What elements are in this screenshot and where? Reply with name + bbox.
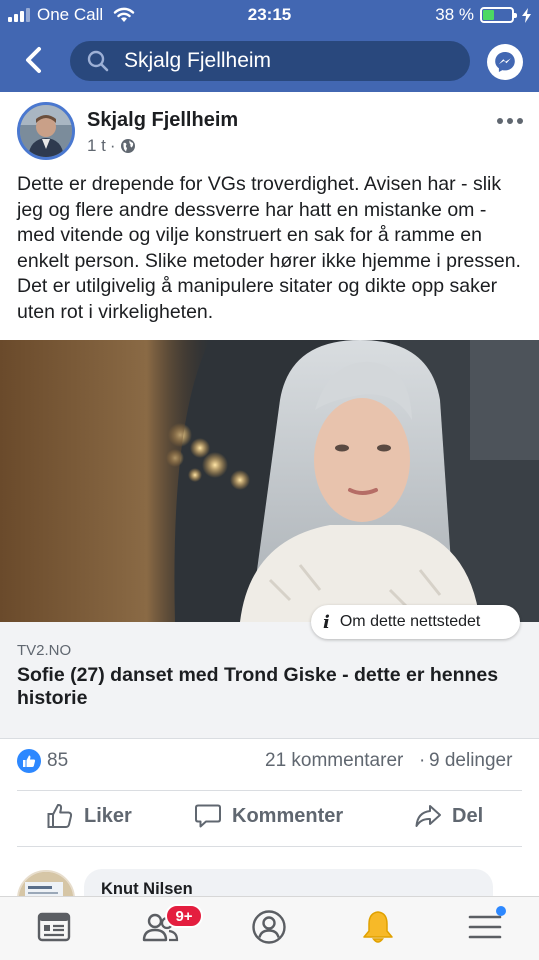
divider [17, 790, 522, 791]
like-button[interactable]: Liker [46, 802, 132, 830]
avatar-image [20, 105, 72, 157]
app-header: One Call 23:15 38 % [0, 0, 539, 92]
tab-profile[interactable] [249, 907, 289, 947]
link-preview-image[interactable] [0, 340, 539, 622]
status-bar: One Call 23:15 38 % [0, 0, 539, 30]
more-options-button[interactable] [497, 118, 523, 128]
comments-count[interactable]: 21 kommentarer [265, 750, 403, 772]
comment-icon [195, 804, 221, 828]
post-time[interactable]: 1 t [87, 136, 106, 156]
messenger-button[interactable] [487, 44, 523, 80]
back-chevron-icon [26, 47, 41, 73]
bottom-tab-bar [0, 896, 539, 960]
tab-notifications[interactable] [358, 907, 398, 947]
link-title: Sofie (27) danset med Trond Giske - dett… [17, 664, 499, 709]
search-icon [87, 50, 109, 72]
link-domain: TV2.NO [17, 642, 72, 659]
post-header: Skjalg Fjellheim 1 t · [0, 92, 539, 164]
comment-button[interactable]: Kommenter [194, 802, 343, 830]
tab-news-feed[interactable] [34, 907, 74, 947]
hamburger-menu-icon [468, 915, 502, 939]
dot-icon [497, 118, 503, 124]
about-site-label: Om dette nettstedet [339, 613, 481, 630]
post-text: Dette er drepende for VGs troverdighet. … [17, 173, 521, 323]
like-reaction-icon[interactable] [17, 749, 41, 773]
messenger-icon [495, 52, 515, 72]
thumbs-up-icon [23, 755, 36, 767]
charging-bolt-icon [522, 7, 531, 23]
battery-fill [483, 10, 494, 20]
bell-icon [363, 911, 393, 943]
share-label: Del [452, 804, 484, 827]
preview-photo [0, 340, 539, 622]
like-count[interactable]: 85 [47, 750, 68, 772]
like-label: Liker [84, 804, 132, 827]
back-button[interactable] [18, 42, 50, 78]
share-button[interactable]: Del [414, 802, 483, 830]
search-input[interactable] [124, 49, 444, 73]
info-icon: i [323, 611, 330, 633]
count-separator: · [419, 750, 426, 771]
post-actions: Liker Kommenter Del [0, 796, 539, 842]
dot-icon [507, 118, 513, 124]
news-feed-icon [37, 912, 71, 942]
about-site-button[interactable]: i Om dette nettstedet [311, 605, 520, 639]
friends-notification-badge: 9+ [165, 904, 203, 928]
shares-count[interactable]: 9 delinger [429, 750, 512, 772]
link-info[interactable]: TV2.NO Sofie (27) danset med Trond Giske… [0, 622, 539, 739]
search-bar[interactable] [70, 41, 470, 81]
menu-notification-dot [496, 906, 506, 916]
author-avatar[interactable] [17, 102, 75, 160]
post-meta: 1 t · [87, 136, 136, 156]
share-arrow-icon [415, 805, 441, 827]
globe-icon [120, 139, 135, 153]
comment-label: Kommenter [232, 804, 344, 827]
profile-icon [252, 910, 286, 944]
thumbs-up-icon [47, 803, 73, 828]
author-name[interactable]: Skjalg Fjellheim [87, 109, 238, 132]
divider [17, 846, 522, 847]
battery-icon [480, 7, 517, 23]
battery-percent: 38 % [435, 5, 474, 24]
reactions-bar: 85 21 kommentarer · 9 delinger [0, 745, 539, 779]
meta-separator: · [109, 136, 116, 155]
status-right: 38 % [435, 5, 531, 25]
dot-icon [517, 118, 523, 124]
